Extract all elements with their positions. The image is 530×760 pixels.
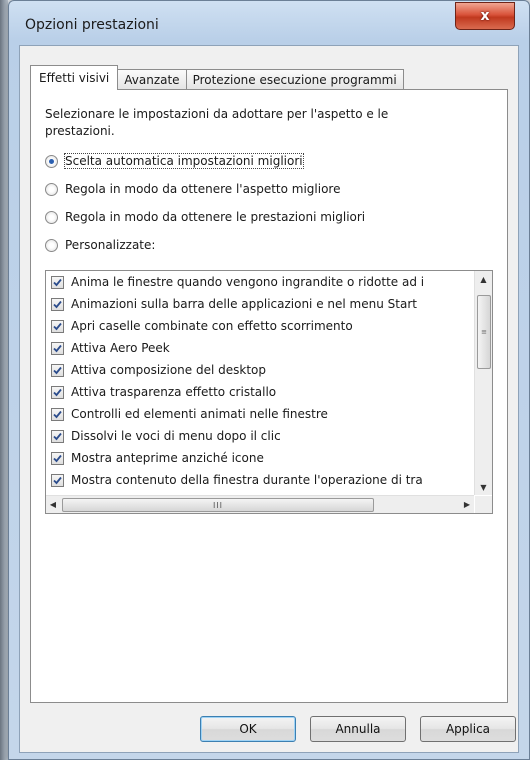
radio-label: Scelta automatica impostazioni migliori [64,153,304,169]
title-bar[interactable]: Opzioni prestazioni x [9,1,529,45]
effect-list-item[interactable]: Apri caselle combinate con effetto scorr… [46,315,474,337]
desktop-background [0,0,8,760]
horizontal-scrollbar[interactable]: ◀ III ▶ [46,495,474,513]
checkbox[interactable] [51,275,64,289]
effect-list-item[interactable]: Attiva composizione del desktop [46,359,474,381]
vertical-scroll-thumb[interactable]: ≡ [477,295,491,369]
radio-button[interactable] [45,182,58,196]
scroll-down-arrow-icon[interactable]: ▼ [475,479,492,495]
checkbox[interactable] [51,385,64,399]
checkmark-icon [53,344,62,352]
checkmark-icon [53,322,62,330]
checkbox[interactable] [51,341,64,355]
radio-best-appearance[interactable]: Regola in modo da ottenere l'aspetto mig… [45,182,340,196]
checkbox[interactable] [51,407,64,421]
effect-list-item[interactable]: Mostra contenuto della finestra durante … [46,469,474,491]
effect-label: Attiva composizione del desktop [71,363,266,377]
radio-best-performance[interactable]: Regola in modo da ottenere le prestazion… [45,210,365,224]
dialog-client-area: Effetti visivi Avanzate Protezione esecu… [19,45,519,753]
checkmark-icon [53,454,62,462]
tab-data-execution-prevention[interactable]: Protezione esecuzione programmi [185,69,404,90]
ok-button[interactable]: OK [200,716,296,742]
effect-list-item[interactable]: Anima le finestre quando vengono ingrand… [46,271,474,293]
close-button[interactable]: x [455,2,515,30]
close-icon: x [480,8,490,24]
radio-label: Regola in modo da ottenere l'aspetto mig… [65,182,341,196]
effect-label: Animazioni sulla barra delle applicazion… [71,297,417,311]
radio-button[interactable] [45,210,58,224]
checkbox[interactable] [51,363,64,377]
scroll-left-arrow-icon[interactable]: ◀ [46,496,60,513]
effect-list-item[interactable]: Mostra anteprime anziché icone [46,447,474,469]
effect-label: Controlli ed elementi animati nelle fine… [71,407,328,421]
checkmark-icon [53,300,62,308]
grip-icon: III [212,500,224,510]
effect-list-item[interactable]: Animazioni sulla barra delle applicazion… [46,293,474,315]
radio-auto-best[interactable]: Scelta automatica impostazioni migliori [45,153,304,169]
effect-list-item[interactable]: Attiva trasparenza effetto cristallo [46,381,474,403]
tab-advanced[interactable]: Avanzate [117,69,187,90]
effects-list-items: Anima le finestre quando vengono ingrand… [46,271,474,495]
panel-description: Selezionare le impostazioni da adottare … [45,107,389,138]
checkmark-icon [53,388,62,396]
radio-custom[interactable]: Personalizzate: [45,238,155,252]
scrollbar-corner [475,496,492,513]
radio-button[interactable] [45,154,58,168]
effect-label: Apri caselle combinate con effetto scorr… [71,319,353,333]
performance-options-dialog: Opzioni prestazioni x Effetti visivi Ava… [8,0,530,760]
effect-label: Mostra anteprime anziché icone [71,451,264,465]
effect-label: Attiva trasparenza effetto cristallo [71,385,277,399]
grip-icon: ≡ [481,328,487,336]
effect-list-item[interactable]: Dissolvi le voci di menu dopo il clic [46,425,474,447]
checkmark-icon [53,366,62,374]
vertical-scrollbar[interactable]: ▲ ≡ ▼ [474,271,492,495]
visual-effects-list[interactable]: Anima le finestre quando vengono ingrand… [45,270,493,514]
visual-effects-panel: Selezionare le impostazioni da adottare … [30,89,508,703]
effect-label: Mostra contenuto della finestra durante … [71,473,423,487]
window-title: Opzioni prestazioni [25,17,159,33]
cancel-button[interactable]: Annulla [310,716,406,742]
scroll-right-arrow-icon[interactable]: ▶ [460,496,474,513]
scroll-up-arrow-icon[interactable]: ▲ [475,271,492,287]
effect-label: Anima le finestre quando vengono ingrand… [71,275,425,289]
checkbox[interactable] [51,297,64,311]
checkmark-icon [53,278,62,286]
checkbox[interactable] [51,473,64,487]
checkmark-icon [53,476,62,484]
apply-button[interactable]: Applica [420,716,516,742]
effect-label: Attiva Aero Peek [71,341,170,355]
radio-label: Regola in modo da ottenere le prestazion… [65,210,366,224]
checkmark-icon [53,432,62,440]
effect-list-item[interactable]: Attiva Aero Peek [46,337,474,359]
checkmark-icon [53,410,62,418]
checkbox[interactable] [51,319,64,333]
horizontal-scroll-thumb[interactable]: III [62,498,374,512]
radio-label: Personalizzate: [65,238,156,252]
tab-visual-effects[interactable]: Effetti visivi [30,65,119,90]
effect-list-item[interactable]: Controlli ed elementi animati nelle fine… [46,403,474,425]
radio-button[interactable] [45,238,58,252]
tab-strip: Effetti visivi Avanzate Protezione esecu… [30,65,404,90]
effect-label: Dissolvi le voci di menu dopo il clic [71,429,281,443]
checkbox[interactable] [51,451,64,465]
checkbox[interactable] [51,429,64,443]
